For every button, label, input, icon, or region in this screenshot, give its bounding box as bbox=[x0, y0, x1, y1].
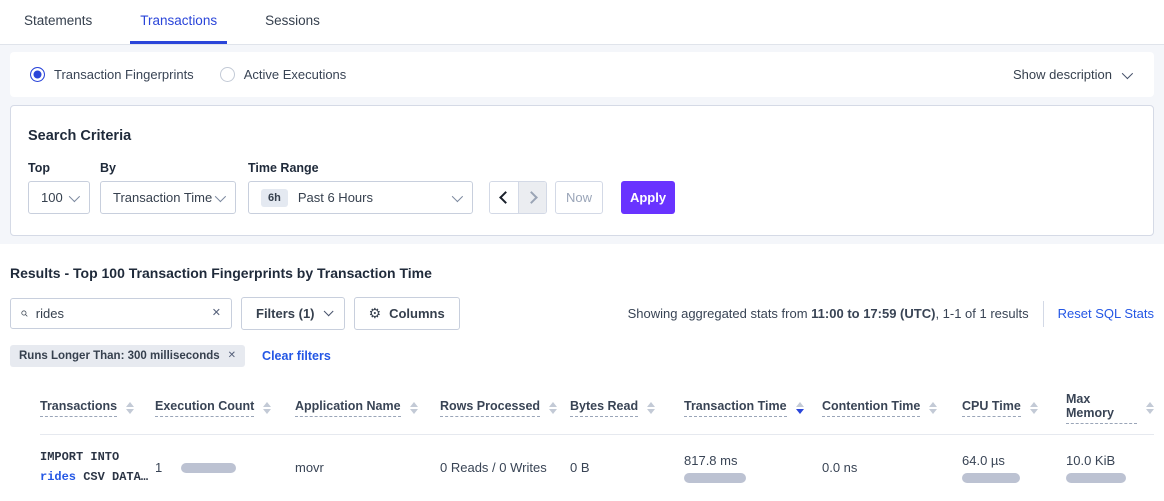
vertical-divider bbox=[1043, 301, 1044, 327]
search-input[interactable] bbox=[36, 306, 212, 321]
transaction-link[interactable]: rides bbox=[40, 470, 76, 484]
column-header-max-memory[interactable]: Max Memory bbox=[1066, 392, 1154, 424]
tab-statements[interactable]: Statements bbox=[14, 0, 102, 44]
cell-rows-processed: 0 Reads / 0 Writes bbox=[440, 460, 570, 475]
radio-active-executions[interactable]: Active Executions bbox=[220, 67, 347, 82]
cell-cpu-time: 64.0 µs bbox=[962, 453, 1066, 483]
sort-icon[interactable] bbox=[549, 402, 557, 414]
active-filters-row: Runs Longer Than: 300 milliseconds ✕ Cle… bbox=[10, 345, 1154, 367]
by-label: By bbox=[100, 161, 236, 175]
reset-sql-stats-link[interactable]: Reset SQL Stats bbox=[1058, 306, 1154, 321]
radio-transaction-fingerprints[interactable]: Transaction Fingerprints bbox=[30, 67, 194, 82]
search-criteria-controls: Top 100 By Transaction Time Time Range 6… bbox=[28, 161, 1136, 214]
table-row: IMPORT INTO rides CSV DATA… 1 movr 0 Rea… bbox=[40, 435, 1154, 501]
results-section: Results - Top 100 Transaction Fingerprin… bbox=[0, 244, 1164, 501]
results-heading: Results - Top 100 Transaction Fingerprin… bbox=[10, 244, 1154, 281]
chevron-down-icon bbox=[452, 190, 463, 201]
column-header-contention-time[interactable]: Contention Time bbox=[822, 392, 962, 424]
previous-time-button[interactable] bbox=[490, 182, 518, 213]
sort-icon[interactable] bbox=[1146, 402, 1154, 414]
time-shift-buttons bbox=[489, 181, 547, 214]
by-group: By Transaction Time bbox=[100, 161, 236, 214]
results-toolbar: ✕ Filters (1) ⚙ Columns Showing aggregat… bbox=[10, 297, 1154, 330]
page-tabs: Statements Transactions Sessions bbox=[0, 0, 1164, 45]
top-label: Top bbox=[28, 161, 90, 175]
column-header-bytes-read[interactable]: Bytes Read bbox=[570, 392, 684, 424]
filter-chip[interactable]: Runs Longer Than: 300 milliseconds ✕ bbox=[10, 345, 245, 367]
show-description-toggle[interactable]: Show description bbox=[1013, 67, 1130, 82]
filters-button-label: Filters (1) bbox=[256, 306, 315, 321]
show-description-label: Show description bbox=[1013, 67, 1112, 82]
top-group: Top 100 bbox=[28, 161, 90, 214]
filters-button[interactable]: Filters (1) bbox=[241, 297, 345, 330]
by-select[interactable]: Transaction Time bbox=[100, 181, 236, 214]
transaction-time-bar bbox=[684, 473, 746, 483]
now-button[interactable]: Now bbox=[555, 181, 603, 214]
cpu-time-bar bbox=[962, 473, 1020, 483]
table-header-row: Transactions Execution Count Application… bbox=[40, 384, 1154, 435]
sort-icon[interactable] bbox=[263, 402, 271, 414]
cell-bytes-read: 0 B bbox=[570, 460, 684, 475]
results-search-box[interactable]: ✕ bbox=[10, 298, 232, 329]
columns-button-label: Columns bbox=[389, 306, 445, 321]
column-header-rows-processed[interactable]: Rows Processed bbox=[440, 392, 570, 424]
next-time-button[interactable] bbox=[518, 182, 546, 213]
clear-filters-link[interactable]: Clear filters bbox=[262, 349, 331, 363]
columns-button[interactable]: ⚙ Columns bbox=[354, 297, 460, 330]
results-table: Transactions Execution Count Application… bbox=[10, 384, 1154, 501]
remove-filter-icon[interactable]: ✕ bbox=[228, 351, 236, 361]
filters-strip: Transaction Fingerprints Active Executio… bbox=[0, 45, 1164, 244]
chevron-down-icon bbox=[69, 190, 80, 201]
radio-label: Active Executions bbox=[244, 67, 347, 82]
column-header-execution-count[interactable]: Execution Count bbox=[155, 392, 295, 424]
search-criteria-title: Search Criteria bbox=[28, 128, 1136, 144]
chevron-down-icon bbox=[323, 306, 333, 316]
view-radio-group: Transaction Fingerprints Active Executio… bbox=[30, 67, 372, 82]
search-criteria-card: Search Criteria Top 100 By Transaction T… bbox=[10, 105, 1154, 236]
column-header-transaction-time[interactable]: Transaction Time bbox=[684, 392, 822, 424]
by-select-value: Transaction Time bbox=[113, 190, 212, 205]
sort-icon[interactable] bbox=[1030, 402, 1038, 414]
time-range-label: Time Range bbox=[248, 161, 473, 175]
column-header-application-name[interactable]: Application Name bbox=[295, 392, 440, 424]
time-range-select[interactable]: 6h Past 6 Hours bbox=[248, 181, 473, 214]
gear-icon: ⚙ bbox=[369, 305, 382, 322]
execution-count-bar bbox=[181, 463, 236, 473]
top-select[interactable]: 100 bbox=[28, 181, 90, 214]
time-range-group: Time Range 6h Past 6 Hours bbox=[248, 161, 473, 214]
time-range-value: Past 6 Hours bbox=[298, 190, 373, 205]
cell-max-memory: 10.0 KiB bbox=[1066, 453, 1154, 483]
chevron-left-icon bbox=[499, 191, 512, 204]
column-header-cpu-time[interactable]: CPU Time bbox=[962, 392, 1066, 424]
stats-summary: Showing aggregated stats from 11:00 to 1… bbox=[628, 301, 1154, 327]
radio-label: Transaction Fingerprints bbox=[54, 67, 194, 82]
chevron-down-icon bbox=[1122, 67, 1133, 78]
clear-search-icon[interactable]: ✕ bbox=[212, 308, 221, 319]
view-toggle-card: Transaction Fingerprints Active Executio… bbox=[10, 52, 1154, 97]
filter-chip-label: Runs Longer Than: 300 milliseconds bbox=[19, 350, 220, 362]
sort-icon-active-desc[interactable] bbox=[796, 402, 804, 414]
apply-button[interactable]: Apply bbox=[621, 181, 675, 214]
chevron-down-icon bbox=[215, 190, 226, 201]
max-memory-bar bbox=[1066, 473, 1126, 483]
cell-application-name: movr bbox=[295, 460, 440, 475]
sort-icon[interactable] bbox=[410, 402, 418, 414]
sort-icon[interactable] bbox=[647, 402, 655, 414]
tab-sessions[interactable]: Sessions bbox=[255, 0, 330, 44]
chevron-right-icon bbox=[525, 191, 538, 204]
cell-execution-count: 1 bbox=[155, 460, 295, 475]
search-icon bbox=[21, 307, 28, 320]
sort-icon[interactable] bbox=[929, 402, 937, 414]
radio-unselected-icon[interactable] bbox=[220, 67, 235, 82]
sort-icon[interactable] bbox=[126, 402, 134, 414]
cell-transaction-time: 817.8 ms bbox=[684, 453, 822, 483]
cell-transaction-fingerprint[interactable]: IMPORT INTO rides CSV DATA… bbox=[40, 448, 155, 488]
top-select-value: 100 bbox=[41, 190, 63, 205]
cell-contention-time: 0.0 ns bbox=[822, 460, 962, 475]
stats-text: Showing aggregated stats from 11:00 to 1… bbox=[628, 306, 1029, 321]
column-header-transactions[interactable]: Transactions bbox=[40, 392, 155, 424]
radio-selected-icon[interactable] bbox=[30, 67, 45, 82]
time-range-badge: 6h bbox=[261, 189, 288, 207]
tab-transactions[interactable]: Transactions bbox=[130, 0, 227, 44]
